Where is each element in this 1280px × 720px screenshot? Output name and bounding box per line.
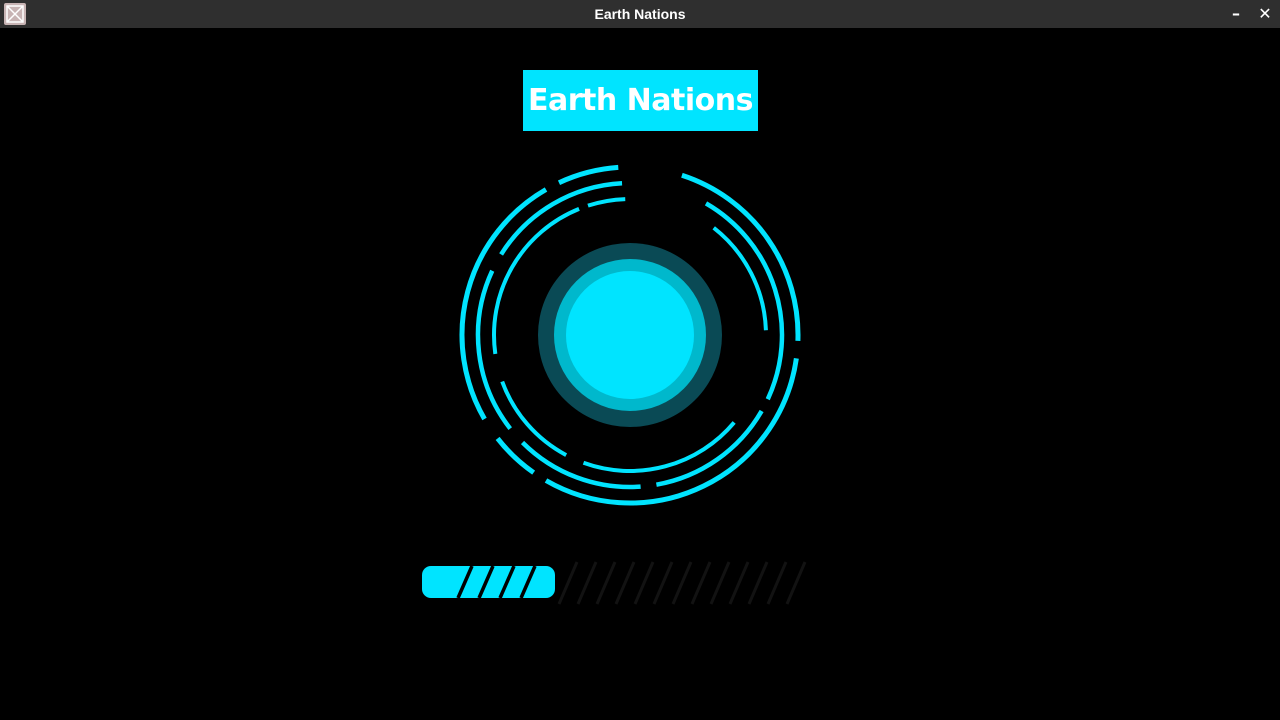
window-title: Earth Nations <box>594 6 686 22</box>
loading-spinner-icon <box>459 164 801 506</box>
progress-track-stripe <box>747 561 769 605</box>
progress-track-stripe <box>728 561 750 605</box>
ring-arc <box>520 440 641 490</box>
ring-arc <box>587 197 626 208</box>
minimize-button[interactable]: – <box>1222 0 1250 28</box>
progress-track-stripe <box>652 561 674 605</box>
progress-fill <box>422 566 555 598</box>
ring-arc <box>500 380 568 457</box>
core-center <box>566 271 694 399</box>
splash-screen: Earth Nations <box>0 28 1280 720</box>
progress-track-stripe <box>633 561 655 605</box>
progress-track-stripe <box>557 561 579 605</box>
progress-track-stripe <box>576 561 598 605</box>
progress-track-stripe <box>595 561 617 605</box>
loading-progress-bar <box>422 561 807 605</box>
close-button[interactable]: ✕ <box>1251 0 1279 28</box>
title-bar: Earth Nations – ✕ <box>0 0 1280 28</box>
progress-track-stripe <box>690 561 712 605</box>
splash-title: Earth Nations <box>523 70 758 131</box>
ring-arc <box>557 164 619 186</box>
progress-track-stripe <box>785 561 807 605</box>
progress-track-stripe <box>614 561 636 605</box>
progress-track-stripe <box>671 561 693 605</box>
progress-track-stripe <box>709 561 731 605</box>
ring-arc <box>712 226 768 331</box>
progress-track-stripe <box>766 561 788 605</box>
ring-arc <box>495 436 536 475</box>
